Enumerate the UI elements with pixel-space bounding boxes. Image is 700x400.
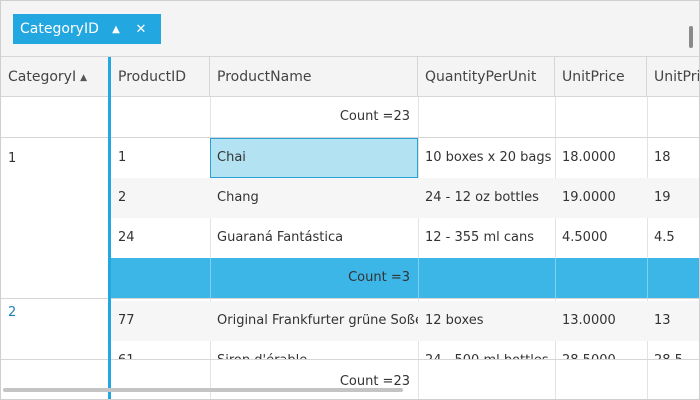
cell-unitprice[interactable]: 19.0000 <box>555 178 647 218</box>
column-header-row: CategoryI ▲ ProductID ProductName Quantit… <box>1 57 699 97</box>
cell-productname-selected[interactable]: Chai <box>210 138 418 178</box>
cell-productid[interactable]: 24 <box>111 218 210 258</box>
column-divider <box>647 360 648 399</box>
table-row[interactable]: 1 Chai 10 boxes x 20 bags 18.0000 18 <box>111 138 699 178</box>
cell-unitprice-2[interactable]: 18 <box>647 138 699 178</box>
cell-quantity[interactable]: 24 - 12 oz bottles <box>418 178 555 218</box>
column-divider <box>555 258 556 298</box>
cell-unitprice-2[interactable]: 4.5 <box>647 218 699 258</box>
row-divider <box>1 298 699 299</box>
column-divider <box>418 258 419 298</box>
vertical-scrollbar-thumb[interactable] <box>689 26 693 48</box>
footer-summary-row: Count =23 <box>1 359 699 399</box>
group-key-2[interactable]: 2 <box>8 305 16 320</box>
cell-productname[interactable]: Original Frankfurter grüne Soße <box>210 301 418 341</box>
group-drop-panel: CategoryID ▲ ✕ <box>1 1 699 57</box>
header-category[interactable]: CategoryI ▲ <box>1 57 109 97</box>
cell-unitprice[interactable]: 4.5000 <box>555 218 647 258</box>
cell-productid[interactable]: 1 <box>111 138 210 178</box>
header-quantityperunit[interactable]: QuantityPerUnit <box>418 57 555 97</box>
cell-unitprice-2[interactable]: 13 <box>647 301 699 341</box>
group-summary-count: Count =3 <box>348 270 410 285</box>
close-icon[interactable]: ✕ <box>127 22 155 37</box>
column-divider <box>418 360 419 399</box>
cell-quantity[interactable]: 12 boxes <box>418 301 555 341</box>
table-row[interactable]: 24 Guaraná Fantástica 12 - 355 ml cans 4… <box>111 218 699 258</box>
table-row[interactable]: 2 Chang 24 - 12 oz bottles 19.0000 19 <box>111 178 699 218</box>
header-productid[interactable]: ProductID <box>111 57 210 97</box>
header-unitprice-2[interactable]: UnitPric <box>647 57 699 97</box>
column-divider <box>555 360 556 399</box>
cell-productid[interactable]: 2 <box>111 178 210 218</box>
cell-productname[interactable]: Guaraná Fantástica <box>210 218 418 258</box>
cell-productid[interactable]: 77 <box>111 301 210 341</box>
cell-productname[interactable]: Chang <box>210 178 418 218</box>
group-chip-label: CategoryID <box>20 21 99 37</box>
horizontal-scrollbar-thumb[interactable] <box>3 388 403 392</box>
top-summary-count: Count =23 <box>339 109 410 124</box>
sort-ascending-icon: ▲ <box>80 73 88 83</box>
column-divider <box>647 258 648 298</box>
cell-unitprice-2[interactable]: 19 <box>647 178 699 218</box>
group-key-1[interactable]: 1 <box>8 151 16 166</box>
frozen-column-divider <box>108 57 111 399</box>
cell-quantity[interactable]: 10 boxes x 20 bags <box>418 138 555 178</box>
data-grid: CategoryID ▲ ✕ CategoryI ▲ ProductID Prod… <box>0 0 700 400</box>
cell-quantity[interactable]: 12 - 355 ml cans <box>418 218 555 258</box>
header-productname[interactable]: ProductName <box>210 57 418 97</box>
header-category-label: CategoryI <box>8 69 77 85</box>
table-row[interactable]: 77 Original Frankfurter grüne Soße 12 bo… <box>111 301 699 341</box>
group-chip-categoryid[interactable]: CategoryID ▲ ✕ <box>13 14 161 44</box>
sort-ascending-icon[interactable]: ▲ <box>105 24 127 35</box>
header-unitprice[interactable]: UnitPrice <box>555 57 647 97</box>
cell-unitprice[interactable]: 13.0000 <box>555 301 647 341</box>
group-summary-row: Count =3 <box>111 258 699 298</box>
footer-summary-count: Count =23 <box>339 374 410 389</box>
cell-unitprice[interactable]: 18.0000 <box>555 138 647 178</box>
